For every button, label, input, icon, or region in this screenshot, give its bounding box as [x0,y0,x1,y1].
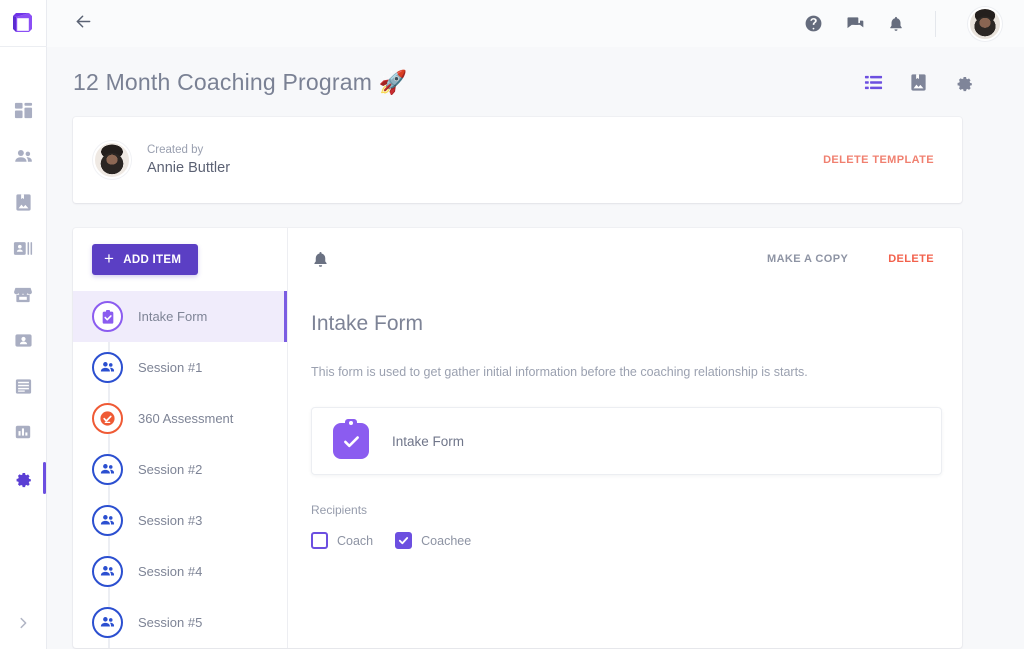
add-item-bar: + ADD ITEM [73,228,287,291]
expand-sidebar-button[interactable] [0,616,46,635]
program-panel: + ADD ITEM Intake Form Session #1 360 Asse… [73,228,962,648]
sidebar-item-dashboard[interactable] [0,87,46,133]
creator-avatar-image [95,144,129,177]
item-rows: Intake Form Session #1 360 Assessment Sessi… [73,291,287,648]
recipient-checkbox[interactable] [395,532,413,549]
add-item-button[interactable]: + ADD ITEM [92,244,199,275]
detail-title: Intake Form [311,312,424,335]
app-root: 12 Month Coaching Program 🚀 Created by A… [0,0,1024,649]
list-item[interactable]: Session #5 [73,597,287,648]
left-nav-rail [0,0,47,649]
detail-description: This form is used to get gather initial … [311,365,808,379]
people-icon [92,352,123,383]
program-settings-icon[interactable] [954,72,974,92]
topbar-divider [935,10,936,37]
created-by-label: Created by [147,144,204,156]
clipboard-check-icon [333,423,369,459]
dashboard-icon [14,101,33,120]
list-item-label: Session #5 [138,615,203,630]
sidebar-item-media[interactable] [0,179,46,225]
recipient-checkbox[interactable] [311,532,328,549]
list-item-label: Session #2 [138,462,203,477]
list-item[interactable]: Session #1 [73,342,287,393]
list-item[interactable]: Session #4 [73,546,287,597]
avatar-image [970,9,1000,39]
list-view-icon[interactable] [864,73,883,92]
list-item[interactable]: Session #2 [73,444,287,495]
recipient-label: Coach [337,533,374,548]
list-item-label: 360 Assessment [138,411,234,426]
document-icon [14,377,33,396]
sidebar-item-store[interactable] [0,271,46,317]
sidebar-item-clients[interactable] [0,133,46,179]
top-bar [47,0,1024,47]
make-a-copy-button[interactable]: MAKE A COPY [767,253,848,265]
list-item-label: Session #4 [138,564,203,579]
list-item-label: Session #1 [138,360,203,375]
recipient-option[interactable]: Coachee [395,532,471,549]
item-detail-pane: MAKE A COPY DELETE Intake Form This form… [288,228,962,648]
people-icon [13,146,34,167]
rail-item-list [0,87,46,501]
check-circle-icon [92,403,123,434]
image-card-icon [14,193,33,212]
cube-logo-icon [13,13,32,32]
sidebar-item-contacts[interactable] [0,225,46,271]
id-card-icon [14,331,33,350]
main-area: 12 Month Coaching Program 🚀 Created by A… [47,0,1024,649]
notifications-icon[interactable] [887,15,905,33]
contact-list-icon [13,239,33,258]
list-item-label: Session #3 [138,513,203,528]
creator-avatar [93,141,131,179]
delete-template-button[interactable]: DELETE TEMPLATE [823,154,934,166]
creator-name: Annie Buttler [147,160,231,176]
messages-icon[interactable] [845,14,865,34]
help-icon[interactable] [804,14,823,33]
recipients-group: Coach Coachee [311,532,942,549]
sidebar-item-profile[interactable] [0,317,46,363]
recipients-label: Recipients [311,503,368,517]
people-icon [92,607,123,638]
sidebar-item-settings[interactable] [0,455,46,501]
attached-form-name: Intake Form [392,433,465,449]
sidebar-item-documents[interactable] [0,363,46,409]
people-icon [92,505,123,536]
plus-icon: + [104,249,115,268]
clipboard-check-icon [92,301,123,332]
program-item-list: + ADD ITEM Intake Form Session #1 360 Asse… [73,228,288,648]
recipient-label: Coachee [421,533,472,548]
user-avatar[interactable] [968,6,1002,41]
back-button[interactable] [73,11,94,37]
chevron-right-icon [16,616,30,635]
people-icon [92,556,123,587]
list-item[interactable]: Intake Form [73,291,287,342]
page-title-row: 12 Month Coaching Program 🚀 [47,47,1024,99]
cover-image-icon[interactable] [909,73,928,92]
detail-toolbar: MAKE A COPY DELETE [311,228,942,290]
recipient-option[interactable]: Coach [311,532,373,549]
arrow-left-icon [73,11,94,37]
attached-form-card[interactable]: Intake Form [311,407,942,475]
topbar-icon-group [804,6,1002,41]
sidebar-item-reports[interactable] [0,409,46,455]
app-logo[interactable] [0,0,47,47]
reminder-bell-icon[interactable] [311,250,330,269]
people-icon [92,454,123,485]
delete-item-button[interactable]: DELETE [888,253,934,265]
list-item-label: Intake Form [138,309,208,324]
creator-card: Created by Annie Buttler DELETE TEMPLATE [73,117,962,203]
page-title: 12 Month Coaching Program 🚀 [73,68,408,95]
add-item-label: ADD ITEM [123,253,182,266]
list-item[interactable]: 360 Assessment [73,393,287,444]
storefront-icon [13,285,33,304]
creator-text: Created by Annie Buttler [147,142,230,178]
list-item[interactable]: Session #3 [73,495,287,546]
gear-icon [13,468,33,488]
page-view-icons [864,72,1002,92]
bar-chart-icon [14,423,32,441]
